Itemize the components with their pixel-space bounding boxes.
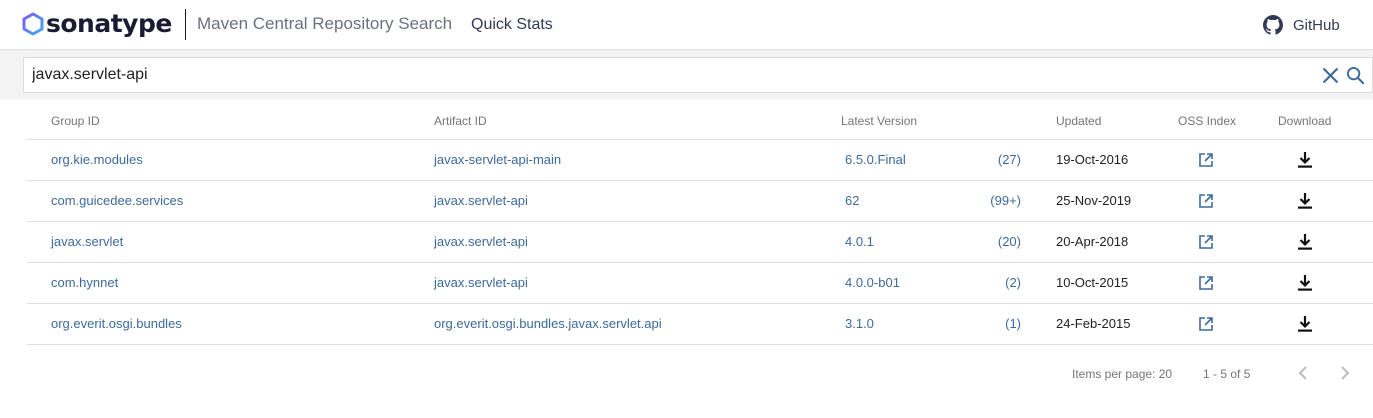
external-link-icon[interactable] xyxy=(1198,193,1214,209)
search-box xyxy=(23,57,1373,93)
group-id-link[interactable]: com.hynnet xyxy=(51,275,118,291)
artifact-id-link[interactable]: org.everit.osgi.bundles.javax.servlet.ap… xyxy=(434,316,662,332)
external-link-icon[interactable] xyxy=(1198,152,1214,168)
version-count-link[interactable]: (99+) xyxy=(961,193,1021,209)
brand-name: sonatype xyxy=(46,9,172,38)
items-per-page-label[interactable]: Items per page: 20 xyxy=(1072,367,1172,381)
column-header-latest-version[interactable]: Latest Version xyxy=(841,114,917,128)
column-header-artifact-id[interactable]: Artifact ID xyxy=(434,114,487,128)
results-table: Group ID Artifact ID Latest Version Upda… xyxy=(27,100,1373,345)
search-input[interactable] xyxy=(32,58,1312,92)
search-bar-area xyxy=(0,51,1373,99)
download-icon[interactable] xyxy=(1296,192,1314,210)
updated-date: 24-Feb-2015 xyxy=(1056,316,1131,331)
nav-quick-stats-link[interactable]: Quick Stats xyxy=(471,15,553,35)
download-icon[interactable] xyxy=(1296,274,1314,292)
sonatype-logo[interactable]: sonatype xyxy=(22,9,172,39)
download-icon[interactable] xyxy=(1296,315,1314,333)
version-link[interactable]: 4.0.1 xyxy=(845,234,874,250)
artifact-id-link[interactable]: javax.servlet-api xyxy=(434,275,528,291)
updated-date: 25-Nov-2019 xyxy=(1056,193,1132,208)
table-row: com.guicedee.services javax.servlet-api … xyxy=(27,181,1373,222)
column-header-group-id[interactable]: Group ID xyxy=(51,114,100,128)
column-header-oss-index: OSS Index xyxy=(1178,114,1237,128)
paginator: Items per page: 20 1 - 5 of 5 xyxy=(0,360,1373,390)
version-link[interactable]: 3.1.0 xyxy=(845,316,874,332)
sonatype-hexagon-icon xyxy=(22,12,44,36)
page-range-label: 1 - 5 of 5 xyxy=(1203,367,1251,381)
updated-date: 19-Oct-2016 xyxy=(1056,152,1129,167)
external-link-icon[interactable] xyxy=(1198,234,1214,250)
table-row: javax.servlet javax.servlet-api 4.0.1 (2… xyxy=(27,222,1373,263)
external-link-icon[interactable] xyxy=(1198,275,1214,291)
chevron-right-icon[interactable] xyxy=(1335,364,1353,382)
version-count-link[interactable]: (20) xyxy=(961,234,1021,250)
table-row: com.hynnet javax.servlet-api 4.0.0-b01 (… xyxy=(27,263,1373,304)
group-id-link[interactable]: org.everit.osgi.bundles xyxy=(51,316,182,332)
external-link-icon[interactable] xyxy=(1198,316,1214,332)
column-header-updated[interactable]: Updated xyxy=(1056,114,1101,128)
header-divider xyxy=(185,9,186,40)
github-icon xyxy=(1263,15,1283,35)
github-label: GitHub xyxy=(1293,16,1340,34)
table-row: org.everit.osgi.bundles org.everit.osgi.… xyxy=(27,304,1373,345)
table-header: Group ID Artifact ID Latest Version Upda… xyxy=(27,100,1373,140)
group-id-link[interactable]: javax.servlet xyxy=(51,234,123,250)
updated-date: 20-Apr-2018 xyxy=(1056,234,1129,249)
version-count-link[interactable]: (27) xyxy=(961,152,1021,168)
group-id-link[interactable]: org.kie.modules xyxy=(51,152,143,168)
top-header: sonatype Maven Central Repository Search… xyxy=(0,0,1373,50)
github-link[interactable]: GitHub xyxy=(1263,14,1340,36)
version-count-link[interactable]: (1) xyxy=(961,316,1021,332)
version-link[interactable]: 6.5.0.Final xyxy=(845,152,906,168)
artifact-id-link[interactable]: javax.servlet-api xyxy=(434,193,528,209)
updated-date: 10-Oct-2015 xyxy=(1056,275,1129,290)
chevron-left-icon[interactable] xyxy=(1295,364,1313,382)
version-link[interactable]: 62 xyxy=(845,193,859,209)
artifact-id-link[interactable]: javax.servlet-api xyxy=(434,234,528,250)
artifact-id-link[interactable]: javax-servlet-api-main xyxy=(434,152,561,168)
app-title: Maven Central Repository Search xyxy=(197,14,453,33)
group-id-link[interactable]: com.guicedee.services xyxy=(51,193,183,209)
close-icon[interactable] xyxy=(1322,67,1339,84)
column-header-download: Download xyxy=(1278,114,1332,128)
version-count-link[interactable]: (2) xyxy=(961,275,1021,291)
search-icon[interactable] xyxy=(1346,66,1365,85)
download-icon[interactable] xyxy=(1296,151,1314,169)
version-link[interactable]: 4.0.0-b01 xyxy=(845,275,900,291)
table-row: org.kie.modules javax-servlet-api-main 6… xyxy=(27,140,1373,181)
download-icon[interactable] xyxy=(1296,233,1314,251)
